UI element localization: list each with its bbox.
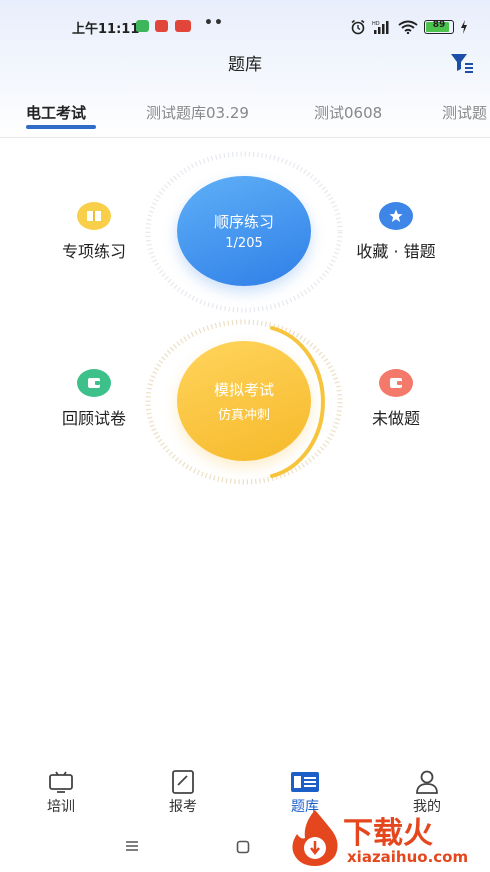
svg-text:HD: HD: [372, 21, 380, 27]
special-practice-label: 专项练习: [61, 242, 126, 261]
alarm-icon: [351, 19, 365, 35]
watermark-brand: 下载火: [343, 816, 433, 851]
charging-icon: [461, 20, 467, 34]
battery-icon: 89: [424, 20, 454, 34]
favorites-mistakes-label: 收藏 · 错题: [356, 242, 436, 261]
book-icon: [77, 202, 111, 230]
folder-icon: [379, 369, 413, 397]
nav-training-label: 培训: [47, 799, 75, 815]
app-notification-icon-2: [175, 20, 191, 32]
mock-exam-subtitle: 仿真冲刺: [217, 408, 270, 423]
menu-icon[interactable]: [125, 840, 139, 852]
status-time: 上午11:11: [72, 22, 140, 37]
nav-training[interactable]: 培训: [21, 770, 101, 816]
star-icon: [379, 202, 413, 230]
category-tabs: 电工考试 测试题库03.29 测试0608 测试题: [0, 98, 490, 138]
undone-questions-button[interactable]: 未做题: [346, 369, 446, 429]
question-bank-icon: [291, 772, 319, 792]
sequential-practice-progress: 1/205: [225, 236, 263, 251]
home-icon[interactable]: [236, 840, 250, 854]
review-papers-button[interactable]: 回顾试卷: [44, 369, 144, 429]
nav-register[interactable]: 报考: [143, 770, 223, 816]
tab-test-0608[interactable]: 测试0608: [314, 102, 382, 123]
status-bar: 上午11:11 •• HD 89: [0, 14, 490, 40]
register-icon: [172, 770, 194, 794]
tab-electrician-exam[interactable]: 电工考试: [26, 102, 86, 123]
nav-register-label: 报考: [169, 799, 197, 815]
wifi-icon: [398, 20, 418, 34]
watermark-domain: xiazaihuo.com: [347, 848, 469, 866]
signal-icon: HD: [372, 21, 389, 34]
undone-questions-label: 未做题: [371, 409, 420, 428]
wallet-icon: [77, 369, 111, 397]
wechat-notification-icon: [136, 20, 149, 32]
watermark-logo: 下载火 xiazaihuo.com: [285, 808, 485, 870]
flame-logo-icon: [292, 810, 338, 866]
training-icon: [49, 771, 73, 793]
more-notifications-icon: ••: [204, 15, 224, 31]
sequential-practice-button[interactable]: 顺序练习 1/205: [177, 176, 311, 286]
mock-exam-title: 模拟考试: [213, 381, 274, 399]
status-indicators: HD 89: [350, 19, 468, 35]
battery-level: 89: [432, 20, 446, 30]
mock-exam-button[interactable]: 模拟考试 仿真冲刺: [177, 341, 311, 461]
favorites-mistakes-button[interactable]: 收藏 · 错题: [346, 202, 446, 262]
sequential-practice-title: 顺序练习: [213, 213, 274, 231]
filter-icon[interactable]: [450, 52, 474, 74]
review-papers-label: 回顾试卷: [61, 409, 126, 428]
tab-test-more[interactable]: 测试题: [442, 102, 487, 123]
active-tab-indicator: [26, 125, 96, 129]
profile-icon: [416, 770, 438, 794]
page-title: 题库: [228, 55, 262, 75]
app-notification-icon: [155, 20, 168, 32]
tab-test-bank-0329[interactable]: 测试题库03.29: [146, 102, 249, 123]
special-practice-button[interactable]: 专项练习: [44, 202, 144, 262]
